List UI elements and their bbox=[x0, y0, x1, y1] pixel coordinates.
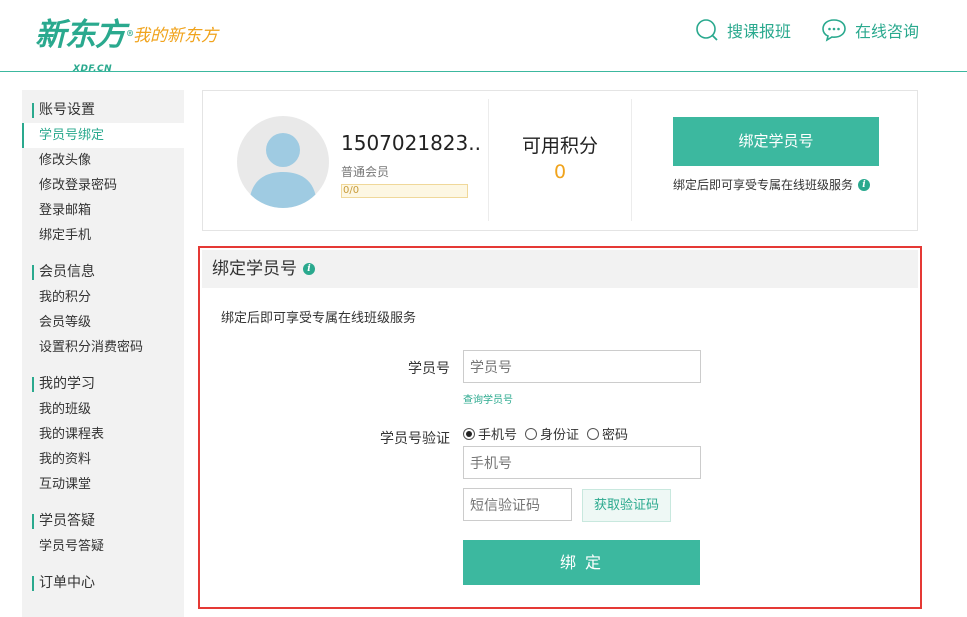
sidebar-group-account: 账号设置 学员号绑定 修改头像 修改登录密码 登录邮箱 绑定手机 bbox=[22, 97, 184, 248]
online-consult-link[interactable]: 在线咨询 bbox=[821, 17, 919, 43]
student-id-input[interactable] bbox=[463, 350, 701, 383]
sidebar-item-bind-phone[interactable]: 绑定手机 bbox=[22, 223, 184, 248]
sidebar-heading: 账号设置 bbox=[22, 97, 184, 123]
sidebar-item-login-email[interactable]: 登录邮箱 bbox=[22, 198, 184, 223]
bind-student-id-button[interactable]: 绑定学员号 bbox=[673, 117, 879, 166]
radio-phone[interactable]: 手机号 bbox=[463, 424, 517, 443]
bind-student-id-panel: 绑定学员号 i 绑定后即可享受专属在线班级服务 学员号 查询学员号 学员号验证 … bbox=[198, 246, 922, 609]
sidebar-item-change-avatar[interactable]: 修改头像 bbox=[22, 148, 184, 173]
search-course-label: 搜课报班 bbox=[726, 22, 791, 41]
sidebar-item-member-level[interactable]: 会员等级 bbox=[22, 310, 184, 335]
radio-selected-icon bbox=[463, 427, 475, 440]
sidebar-item-my-points[interactable]: 我的积分 bbox=[22, 285, 184, 310]
radio-unselected-icon bbox=[525, 427, 538, 440]
radio-id-card[interactable]: 身份证 bbox=[525, 424, 579, 443]
points-label: 可用积分 bbox=[521, 135, 598, 157]
sidebar-group-qa: 学员答疑 学员号答疑 bbox=[22, 508, 184, 559]
sidebar-group-member: 会员信息 我的积分 会员等级 设置积分消费密码 bbox=[22, 259, 184, 360]
student-id-label: 学员号 bbox=[408, 361, 450, 377]
sidebar-heading: 会员信息 bbox=[22, 259, 184, 285]
xdf-logo[interactable]: 新东方 ® XDF.CN 我的新东方 bbox=[35, 8, 218, 74]
logo-registered-mark: ® bbox=[126, 28, 134, 38]
divider bbox=[631, 99, 632, 221]
sidebar-item-bind-student-id[interactable]: 学员号绑定 bbox=[22, 123, 184, 148]
sidebar-item-student-id-qa[interactable]: 学员号答疑 bbox=[22, 534, 184, 559]
verify-method-radios: 手机号 身份证 密码 bbox=[463, 424, 628, 443]
sidebar-heading: 订单中心 bbox=[22, 570, 184, 596]
search-icon bbox=[696, 19, 718, 41]
phone-input[interactable] bbox=[463, 446, 701, 479]
verify-method-label: 学员号验证 bbox=[380, 431, 450, 447]
sidebar-item-change-password[interactable]: 修改登录密码 bbox=[22, 173, 184, 198]
username: 1507021823.. bbox=[341, 131, 481, 155]
profile-card: 1507021823.. 普通会员 0/0 可用积分 0 绑定学员号 绑定后即可… bbox=[202, 90, 918, 231]
bind-hint-text: 绑定后即可享受专属在线班级服务 bbox=[673, 178, 854, 192]
sidebar-item-my-materials[interactable]: 我的资料 bbox=[22, 447, 184, 472]
sidebar-group-orders: 订单中心 bbox=[22, 570, 184, 596]
bind-hint: 绑定后即可享受专属在线班级服务 i bbox=[673, 176, 871, 193]
panel-header: 绑定学员号 i bbox=[202, 250, 918, 288]
sidebar-heading: 学员答疑 bbox=[22, 508, 184, 534]
sidebar-item-my-schedule[interactable]: 我的课程表 bbox=[22, 422, 184, 447]
avatar[interactable] bbox=[237, 116, 329, 208]
chat-icon bbox=[822, 19, 846, 42]
get-code-button[interactable]: 获取验证码 bbox=[582, 489, 671, 522]
top-header: 新东方 ® XDF.CN 我的新东方 搜课报班 在线咨询 bbox=[0, 0, 967, 74]
logo-main-text: 新东方 bbox=[35, 17, 126, 53]
sidebar-group-study: 我的学习 我的班级 我的课程表 我的资料 互动课堂 bbox=[22, 371, 184, 497]
points-value: 0 bbox=[553, 161, 567, 183]
sidebar-item-points-password[interactable]: 设置积分消费密码 bbox=[22, 335, 184, 360]
panel-description: 绑定后即可享受专属在线班级服务 bbox=[221, 311, 417, 326]
panel-title: 绑定学员号 bbox=[212, 259, 297, 279]
info-icon[interactable]: i bbox=[858, 178, 871, 191]
level-progress-text: 0/0 bbox=[343, 185, 360, 196]
logo-slogan: 我的新东方 bbox=[133, 26, 218, 46]
lookup-student-id-link[interactable]: 查询学员号 bbox=[463, 391, 513, 406]
search-course-link[interactable]: 搜课报班 bbox=[695, 17, 791, 43]
divider bbox=[488, 99, 489, 221]
bind-submit-button[interactable]: 绑 定 bbox=[463, 540, 700, 585]
sidebar-item-interactive-class[interactable]: 互动课堂 bbox=[22, 472, 184, 497]
sidebar-heading: 我的学习 bbox=[22, 371, 184, 397]
radio-password[interactable]: 密码 bbox=[587, 424, 628, 443]
level-progress-bar: 0/0 bbox=[341, 184, 468, 198]
user-avatar-icon bbox=[249, 133, 317, 208]
sms-code-input[interactable] bbox=[463, 488, 572, 521]
info-icon[interactable]: i bbox=[303, 263, 315, 275]
online-consult-label: 在线咨询 bbox=[854, 22, 919, 41]
header-links: 搜课报班 在线咨询 bbox=[695, 17, 919, 43]
sidebar: 账号设置 学员号绑定 修改头像 修改登录密码 登录邮箱 绑定手机 会员信息 我的… bbox=[22, 90, 184, 617]
member-level: 普通会员 bbox=[341, 165, 390, 179]
sidebar-item-my-classes[interactable]: 我的班级 bbox=[22, 397, 184, 422]
radio-unselected-icon bbox=[587, 427, 600, 440]
logo-domain-text: XDF.CN bbox=[73, 64, 113, 74]
